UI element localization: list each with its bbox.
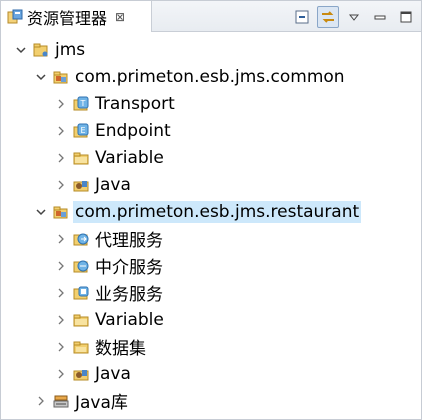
tree-item[interactable]: 数据集 xyxy=(1,333,421,360)
mediation-service-icon xyxy=(73,258,89,274)
tree-item[interactable]: Variable xyxy=(1,144,421,171)
tree-item-label: 代理服务 xyxy=(95,231,163,251)
chevron-right-icon[interactable] xyxy=(33,393,49,409)
chevron-right-icon[interactable] xyxy=(53,285,69,301)
tree-item[interactable]: jms xyxy=(1,36,421,63)
tree-item-label: com.primeton.esb.jms.common xyxy=(75,66,345,87)
tree-item-label: com.primeton.esb.jms.restaurant xyxy=(73,200,362,223)
tree-item-label: 数据集 xyxy=(95,339,146,359)
chevron-right-icon[interactable] xyxy=(53,177,69,193)
tree-item[interactable]: com.primeton.esb.jms.common xyxy=(1,63,421,90)
svg-text:T: T xyxy=(80,99,86,108)
svg-text:E: E xyxy=(80,126,85,135)
tree-item-label: Variable xyxy=(95,309,164,330)
view-tabbar: 资源管理器 ⊠ xyxy=(1,1,421,32)
chevron-right-icon[interactable] xyxy=(53,366,69,382)
view-menu-icon[interactable] xyxy=(343,6,365,28)
link-with-editor-icon[interactable] xyxy=(317,6,339,28)
close-icon[interactable]: ⊠ xyxy=(115,11,125,23)
maximize-icon[interactable] xyxy=(395,6,417,28)
tree-item-label: jms xyxy=(55,39,86,60)
transport-icon: T xyxy=(73,96,89,112)
folder-icon xyxy=(73,150,89,166)
resource-explorer-view: 资源管理器 ⊠ jms com.primeton.esb.jms.common … xyxy=(0,0,422,420)
tree-item[interactable]: T Transport xyxy=(1,90,421,117)
collapse-all-icon[interactable] xyxy=(291,6,313,28)
chevron-down-icon[interactable] xyxy=(33,204,49,220)
chevron-right-icon[interactable] xyxy=(53,96,69,112)
proxy-service-icon xyxy=(73,231,89,247)
minimize-icon[interactable] xyxy=(369,6,391,28)
business-service-icon xyxy=(73,285,89,301)
chevron-down-icon[interactable] xyxy=(13,42,29,58)
chevron-right-icon[interactable] xyxy=(53,150,69,166)
resource-tree: jms com.primeton.esb.jms.common T Transport… xyxy=(1,32,421,414)
view-toolbar xyxy=(291,6,417,28)
tree-item-label: 业务服务 xyxy=(95,285,163,305)
tree-item-label: Java xyxy=(95,174,131,195)
folder-icon xyxy=(73,312,89,328)
java-library-icon xyxy=(53,393,69,409)
resource-explorer-icon xyxy=(7,9,23,25)
module-icon xyxy=(53,69,69,85)
tree-item-label: Variable xyxy=(95,147,164,168)
tree-item-label: Transport xyxy=(95,93,175,114)
tree-item[interactable]: 业务服务 xyxy=(1,279,421,306)
tree-item[interactable]: Java xyxy=(1,360,421,387)
tree-item[interactable]: 中介服务 xyxy=(1,252,421,279)
tree-item-label: Java xyxy=(95,363,131,384)
chevron-down-icon[interactable] xyxy=(33,69,49,85)
tree-item[interactable]: Variable xyxy=(1,306,421,333)
tree-item-label: Endpoint xyxy=(95,120,171,141)
dataset-icon xyxy=(73,339,89,355)
chevron-right-icon[interactable] xyxy=(53,312,69,328)
tree-item-label: Java库 xyxy=(75,393,128,413)
project-folder-icon xyxy=(33,42,49,58)
tree-item[interactable]: E Endpoint xyxy=(1,117,421,144)
module-icon xyxy=(53,204,69,220)
tree-item[interactable]: Java xyxy=(1,171,421,198)
java-icon xyxy=(73,366,89,382)
tab-label: 资源管理器 xyxy=(27,8,108,28)
chevron-right-icon[interactable] xyxy=(53,339,69,355)
java-icon xyxy=(73,177,89,193)
tab-resource-explorer[interactable]: 资源管理器 ⊠ xyxy=(1,1,152,32)
endpoint-icon: E xyxy=(73,123,89,139)
tree-item[interactable]: Java库 xyxy=(1,387,421,414)
chevron-right-icon[interactable] xyxy=(53,231,69,247)
tree-item-label: 中介服务 xyxy=(95,258,163,278)
tree-item[interactable]: com.primeton.esb.jms.restaurant xyxy=(1,198,421,225)
tree-item[interactable]: 代理服务 xyxy=(1,225,421,252)
chevron-right-icon[interactable] xyxy=(53,258,69,274)
chevron-right-icon[interactable] xyxy=(53,123,69,139)
